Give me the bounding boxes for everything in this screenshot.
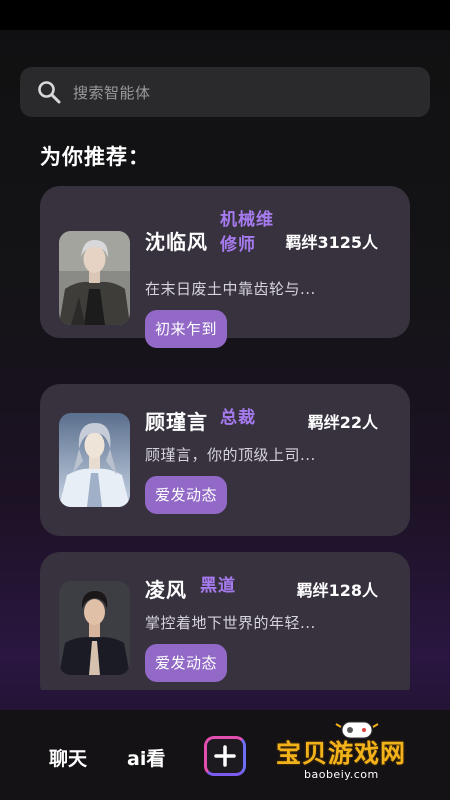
character-description: 掌控着地下世界的年轻... xyxy=(145,614,316,632)
character-tag-line: 修师 xyxy=(220,235,256,255)
add-button[interactable] xyxy=(204,736,246,776)
recommend-list[interactable]: 沈临风 机械维 修师 羁绊3125人 在末日废土中靠齿轮与... 初来乍到 顾瑾… xyxy=(0,178,450,690)
character-avatar xyxy=(59,231,130,325)
watermark-url: baobeiy.com xyxy=(304,768,379,781)
character-name: 顾瑾言 xyxy=(145,410,208,434)
character-tag: 机械维 修师 xyxy=(220,208,274,258)
character-name: 凌风 xyxy=(145,578,187,602)
character-card[interactable]: 凌风 黑道 羁绊128人 掌控着地下世界的年轻... 爱发动态 xyxy=(40,552,410,690)
character-avatar xyxy=(59,413,130,507)
watermark: 宝贝游戏网 baobeiy.com xyxy=(276,721,446,790)
section-title: 为你推荐： xyxy=(40,145,150,169)
search-icon xyxy=(37,80,61,104)
character-status-button[interactable]: 爱发动态 xyxy=(145,476,228,514)
character-status-button[interactable]: 爱发动态 xyxy=(145,644,228,682)
search-input[interactable]: 搜索智能体 xyxy=(73,82,151,103)
character-status-button[interactable]: 初来乍到 xyxy=(145,310,228,348)
search-bar[interactable]: 搜索智能体 xyxy=(20,67,430,117)
plus-icon xyxy=(214,745,236,767)
character-card[interactable]: 顾瑾言 总裁 羁绊22人 顾瑾言，你的顶级上司... 爱发动态 xyxy=(40,384,410,536)
bond-count: 羁绊128人 xyxy=(296,581,378,600)
status-bar xyxy=(0,0,450,30)
character-avatar xyxy=(59,581,130,675)
character-tag: 黑道 xyxy=(200,576,236,596)
nav-chat[interactable]: 聊天 xyxy=(49,744,87,771)
character-tag-line: 机械维 xyxy=(220,210,274,230)
character-description: 顾瑾言，你的顶级上司... xyxy=(145,446,316,464)
character-tag: 总裁 xyxy=(220,408,256,428)
bond-count: 羁绊22人 xyxy=(307,413,378,432)
character-card[interactable]: 沈临风 机械维 修师 羁绊3125人 在末日废土中靠齿轮与... 初来乍到 xyxy=(40,186,410,348)
nav-ai-watch[interactable]: ai看 xyxy=(127,744,165,771)
bond-count: 羁绊3125人 xyxy=(285,233,378,252)
watermark-text: 宝贝游戏网 xyxy=(276,739,407,768)
character-description: 在末日废土中靠齿轮与... xyxy=(145,280,316,298)
character-name: 沈临风 xyxy=(145,230,208,254)
